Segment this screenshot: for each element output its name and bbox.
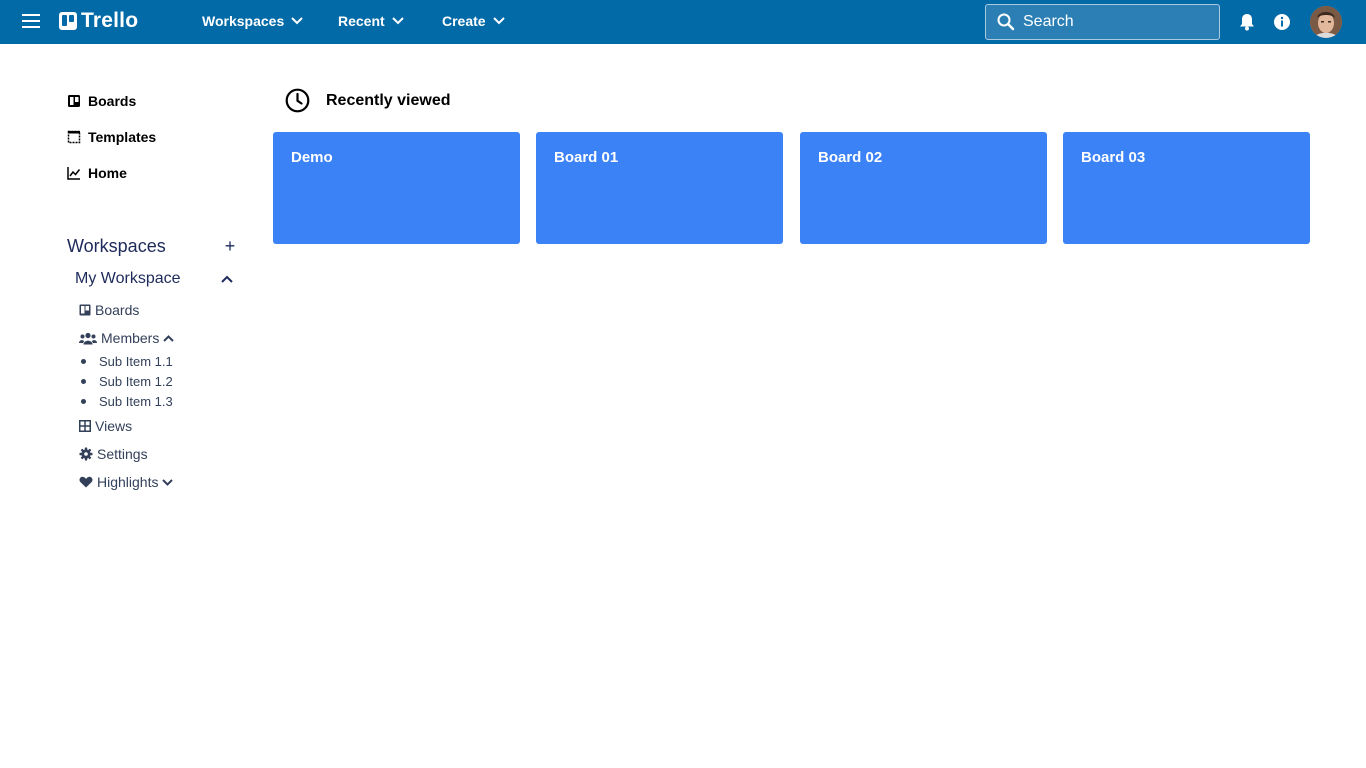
recent-menu-button[interactable]: Recent [338, 13, 404, 29]
chevron-down-icon [492, 17, 505, 25]
board-tile-demo[interactable]: Demo [273, 132, 520, 244]
board-tile-title: Board 01 [554, 149, 619, 166]
members-sub-item[interactable]: Sub Item 1.3 [99, 394, 173, 409]
sidebar-boards-label: Boards [88, 93, 137, 109]
bullet-dot [81, 359, 86, 364]
recently-viewed-header: Recently viewed [285, 88, 451, 113]
sidebar-home-label: Home [88, 165, 127, 181]
notification-bell-icon[interactable] [1239, 13, 1255, 31]
clock-icon [285, 88, 310, 113]
board-icon [68, 95, 80, 107]
heart-icon [79, 476, 93, 488]
my-workspace-label: My Workspace [75, 270, 181, 287]
create-menu-label: Create [442, 13, 486, 29]
workspace-members-toggle[interactable]: Members [79, 330, 175, 346]
trello-logo[interactable]: Trello [59, 9, 138, 33]
add-workspace-button[interactable]: + [223, 236, 237, 257]
workspaces-menu-label: Workspaces [202, 13, 285, 29]
workspace-boards-link[interactable]: Boards [79, 302, 139, 318]
workspaces-menu-button[interactable]: Workspaces [202, 13, 303, 29]
recent-menu-label: Recent [338, 13, 385, 29]
sidebar-templates-label: Templates [88, 129, 157, 145]
sidebar-home-link[interactable]: Home [67, 165, 127, 181]
members-sub-item[interactable]: Sub Item 1.2 [99, 374, 173, 389]
avatar-image [1310, 6, 1342, 38]
create-menu-button[interactable]: Create [442, 13, 505, 29]
chevron-down-icon [291, 17, 303, 25]
board-tile-title: Board 03 [1081, 149, 1146, 166]
activity-chart-icon [67, 167, 81, 180]
template-icon [67, 130, 81, 144]
search-box [985, 4, 1220, 40]
workspace-highlights-label: Highlights [97, 474, 159, 490]
board-tile-board-02[interactable]: Board 02 [800, 132, 1047, 244]
workspace-settings-label: Settings [97, 446, 148, 462]
chevron-down-icon [162, 478, 174, 486]
table-grid-icon [79, 420, 91, 432]
recently-viewed-title: Recently viewed [326, 91, 451, 109]
workspace-highlights-toggle[interactable]: Highlights [79, 474, 174, 490]
sidebar-templates-link[interactable]: Templates [67, 129, 156, 145]
workspaces-title: Workspaces [67, 236, 166, 256]
user-avatar[interactable] [1310, 6, 1342, 38]
logo-text: Trello [81, 9, 139, 32]
board-tile-title: Board 02 [818, 149, 883, 166]
workspace-boards-label: Boards [95, 302, 140, 318]
board-tile-title: Demo [291, 149, 333, 166]
workspace-settings-link[interactable]: Settings [79, 446, 148, 462]
chevron-up-icon [221, 275, 233, 283]
info-icon[interactable] [1273, 13, 1291, 31]
board-icon [79, 304, 91, 316]
chevron-up-icon [163, 334, 175, 342]
bullet-dot [81, 379, 86, 384]
bullet-dot [81, 399, 86, 404]
workspace-views-link[interactable]: Views [79, 418, 132, 434]
search-icon [997, 13, 1015, 31]
workspace-views-label: Views [95, 418, 133, 434]
my-workspace-toggle[interactable]: My Workspace [75, 270, 233, 288]
menu-icon[interactable] [22, 14, 40, 30]
sidebar-boards-link[interactable]: Boards [67, 93, 136, 109]
trello-logo-icon [59, 12, 77, 30]
chevron-down-icon [391, 17, 404, 25]
workspace-members-label: Members [101, 330, 160, 346]
gear-icon [79, 447, 93, 461]
board-tile-board-01[interactable]: Board 01 [536, 132, 783, 244]
board-tile-board-03[interactable]: Board 03 [1063, 132, 1310, 244]
top-navigation-bar: Trello Workspaces Recent Create [0, 0, 1366, 44]
members-sub-item[interactable]: Sub Item 1.1 [99, 354, 173, 369]
search-input[interactable] [1023, 13, 1193, 31]
members-icon [79, 332, 97, 344]
workspaces-header: Workspaces + [67, 236, 237, 257]
